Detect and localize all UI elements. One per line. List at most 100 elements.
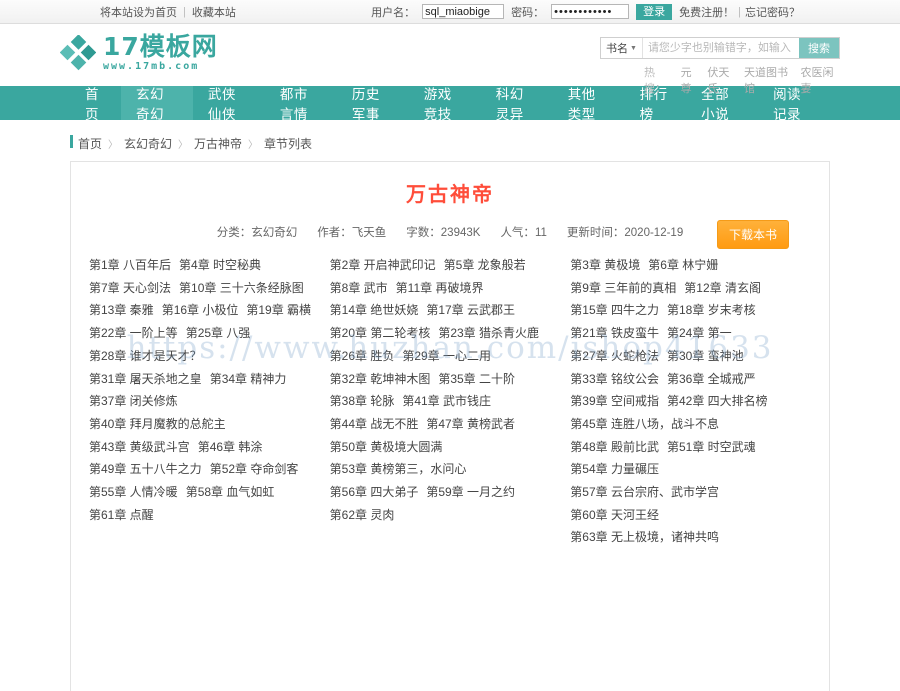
breadcrumb-item-category[interactable]: 玄幻奇幻 — [124, 135, 172, 152]
nav-item-game[interactable]: 游戏竞技 — [409, 86, 481, 122]
chapter-link[interactable]: 第38章 轮脉 — [330, 394, 403, 408]
chapter-link[interactable]: 第49章 五十八牛之力 — [89, 462, 210, 476]
chapter-link[interactable]: 第9章 三年前的真相 — [570, 281, 684, 295]
breadcrumb-item-book[interactable]: 万古神帝 — [194, 135, 242, 152]
login-button[interactable]: 登录 — [636, 3, 673, 20]
chapter-link[interactable]: 第12章 清玄阁 — [684, 281, 769, 295]
chapter-link[interactable]: 第31章 屠天杀地之皇 — [89, 372, 210, 386]
chapter-link[interactable]: 第57章 云台宗府、武市学宫 — [570, 485, 727, 499]
chapter-link[interactable]: 第63章 无上极境，诸神共鸣 — [570, 530, 727, 544]
username-input[interactable] — [422, 4, 505, 19]
chapter-link[interactable]: 第59章 一月之约 — [426, 485, 523, 499]
chapter-link[interactable]: 第60章 天河王经 — [570, 508, 667, 522]
password-label: 密码： — [511, 6, 545, 19]
chapter-link[interactable]: 第18章 岁末考核 — [667, 303, 764, 317]
chapter-link[interactable]: 第55章 人情冷暖 — [89, 485, 186, 499]
chapter-link[interactable]: 第20章 第二轮考核 — [330, 326, 439, 340]
meta-words: 字数：23943K — [406, 224, 480, 240]
meta-category-value: 玄幻奇幻 — [251, 227, 298, 239]
register-link[interactable]: 免费注册！ — [679, 4, 734, 20]
bookmark-site-link[interactable]: 收藏本站 — [192, 4, 236, 20]
hot-search-item-3[interactable]: 天道图书馆 — [744, 64, 793, 96]
chapter-link[interactable]: 第27章 火蛇枪法 — [570, 349, 667, 363]
chapter-column-3: 第3章 黄极境 第6章 林宁姗第9章 三年前的真相 第12章 清玄阁第15章 四牛之… — [570, 254, 811, 549]
set-homepage-link[interactable]: 将本站设为首页 — [100, 4, 177, 20]
chapter-link[interactable]: 第43章 黄级武斗宫 — [89, 440, 198, 454]
chapter-link[interactable]: 第25章 八强 — [186, 326, 259, 340]
chapter-list-panel: 万古神帝 分类：玄幻奇幻 作者：飞天鱼 字数：23943K 人气：11 更新时间… — [70, 161, 830, 691]
chapter-link[interactable]: 第34章 精神力 — [210, 372, 295, 386]
search-button[interactable]: 搜索 — [799, 38, 839, 58]
chapter-link[interactable]: 第21章 铁皮蛮牛 — [570, 326, 667, 340]
chapter-link[interactable]: 第47章 黄榜武者 — [426, 417, 523, 431]
hot-search-item-2[interactable]: 伏天氏 — [707, 64, 737, 96]
nav-item-home[interactable]: 首页 — [70, 86, 121, 122]
chapter-link[interactable]: 第24章 第一 — [667, 326, 740, 340]
chapter-link[interactable]: 第33章 铭纹公会 — [570, 372, 667, 386]
hot-search-item-4[interactable]: 农医闲妻 — [800, 64, 840, 96]
chapter-link[interactable]: 第42章 四大排名榜 — [667, 394, 776, 408]
chapter-link[interactable]: 第10章 三十六条经脉图 — [179, 281, 312, 295]
chapter-link[interactable]: 第17章 云武郡王 — [426, 303, 523, 317]
chevron-down-icon: ▼ — [630, 44, 637, 52]
chapter-link[interactable]: 第26章 胜负 — [330, 349, 403, 363]
chapter-link[interactable]: 第4章 时空秘典 — [179, 258, 269, 272]
chapter-link[interactable]: 第35章 二十阶 — [438, 372, 523, 386]
download-book-button[interactable]: 下载本书 — [716, 220, 789, 249]
search-input[interactable] — [642, 38, 799, 58]
nav-item-scifi[interactable]: 科幻灵异 — [481, 86, 553, 122]
chapter-column-2: 第2章 开启神武印记 第5章 龙象般若第8章 武市 第11章 再破境界第14章 绝世… — [330, 254, 571, 549]
chapter-link[interactable]: 第30章 蛮神池 — [667, 349, 752, 363]
chapter-link[interactable]: 第23章 猎杀青火鹿 — [438, 326, 547, 340]
breadcrumb-separator-3: 〉 — [248, 139, 259, 151]
nav-item-wuxia[interactable]: 武侠仙侠 — [193, 86, 265, 122]
chapter-link[interactable]: 第7章 天心剑法 — [89, 281, 179, 295]
chapter-link[interactable]: 第22章 一阶上等 — [89, 326, 186, 340]
hot-search-item-1[interactable]: 元尊 — [681, 64, 701, 96]
chapter-link[interactable]: 第37章 闭关修炼 — [89, 394, 186, 408]
chapter-link[interactable]: 第45章 连胜八场，战斗不息 — [570, 417, 727, 431]
chapter-link[interactable]: 第48章 殿前比武 — [570, 440, 667, 454]
chapter-link[interactable]: 第53章 黄榜第三，水问心 — [330, 462, 475, 476]
nav-item-urban[interactable]: 都市言情 — [265, 86, 337, 122]
chapter-link[interactable]: 第51章 时空武魂 — [667, 440, 764, 454]
chapter-link[interactable]: 第41章 武市钱庄 — [402, 394, 499, 408]
chapter-link[interactable]: 第40章 拜月魔教的总舵主 — [89, 417, 234, 431]
chapter-link[interactable]: 第28章 谁才是天才？ — [89, 349, 210, 363]
chapter-link[interactable]: 第52章 夺命剑客 — [210, 462, 307, 476]
chapter-link[interactable]: 第54章 力量碾压 — [570, 462, 667, 476]
chapter-link[interactable]: 第44章 战无不胜 — [330, 417, 427, 431]
chapter-link[interactable]: 第61章 点醒 — [89, 508, 162, 522]
chapter-link[interactable]: 第46章 韩涂 — [198, 440, 271, 454]
chapter-link[interactable]: 第62章 灵肉 — [330, 508, 403, 522]
breadcrumb-item-home[interactable]: 首页 — [78, 135, 102, 152]
book-meta: 分类：玄幻奇幻 作者：飞天鱼 字数：23943K 人气：11 更新时间：2020… — [71, 220, 829, 249]
chapter-link[interactable]: 第15章 四牛之力 — [570, 303, 667, 317]
chapter-link[interactable]: 第3章 黄极境 — [570, 258, 648, 272]
nav-item-history[interactable]: 历史军事 — [337, 86, 409, 122]
chapter-link[interactable]: 第13章 秦雅 — [89, 303, 162, 317]
chapter-link[interactable]: 第32章 乾坤神木图 — [330, 372, 439, 386]
chapter-link[interactable]: 第16章 小极位 — [162, 303, 247, 317]
chapter-link[interactable]: 第5章 龙象般若 — [444, 258, 534, 272]
chapter-column-1: 第1章 八百年后 第4章 时空秘典第7章 天心剑法 第10章 三十六条经脉图第13章… — [89, 254, 330, 549]
search-type-selector[interactable]: 书名 ▼ — [601, 38, 643, 58]
chapter-link[interactable]: 第11章 再破境界 — [396, 281, 492, 295]
chapter-link[interactable]: 第56章 四大弟子 — [330, 485, 427, 499]
chapter-link[interactable]: 第19章 霸横 — [246, 303, 319, 317]
chapter-link[interactable]: 第39章 空间戒指 — [570, 394, 667, 408]
chapter-link[interactable]: 第1章 八百年后 — [89, 258, 179, 272]
chapter-link[interactable]: 第36章 全城戒严 — [667, 372, 764, 386]
chapter-link[interactable]: 第58章 血气如虹 — [186, 485, 283, 499]
nav-item-xuanhuan[interactable]: 玄幻奇幻 — [120, 86, 193, 122]
site-logo[interactable]: 17模板网 www.17mb.com — [59, 34, 218, 72]
site-header: 17模板网 www.17mb.com 书名 ▼ 搜索 热搜： 元尊 伏天氏 天道… — [0, 24, 900, 95]
chapter-link[interactable]: 第8章 武市 — [330, 281, 396, 295]
chapter-link[interactable]: 第14章 绝世妖娆 — [330, 303, 427, 317]
chapter-link[interactable]: 第6章 林宁姗 — [648, 258, 726, 272]
password-input[interactable] — [551, 4, 630, 19]
chapter-link[interactable]: 第29章 一心二用 — [402, 349, 499, 363]
chapter-link[interactable]: 第50章 黄极境大圆满 — [330, 440, 451, 454]
chapter-link[interactable]: 第2章 开启神武印记 — [330, 258, 444, 272]
forgot-password-link[interactable]: 忘记密码？ — [745, 4, 800, 20]
